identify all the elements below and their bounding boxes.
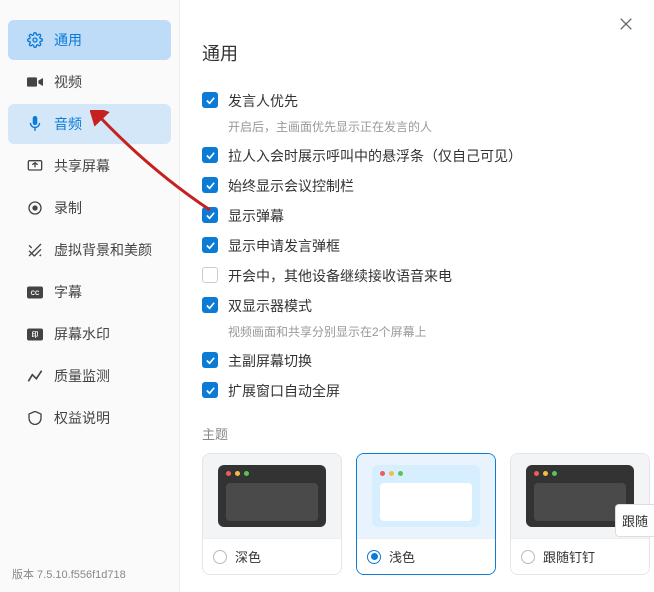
sidebar-item-label: 质量监测	[54, 366, 110, 386]
theme-name: 跟随钉钉	[543, 547, 595, 566]
checkbox[interactable]	[202, 267, 218, 283]
setting-label: 扩展窗口自动全屏	[228, 381, 340, 401]
theme-preview	[357, 454, 495, 538]
setting-row[interactable]: 开会中，其他设备继续接收语音来电	[202, 261, 632, 291]
theme-options: 深色 浅色 跟随钉钉	[202, 453, 632, 575]
setting-label: 双显示器模式	[228, 296, 312, 316]
sidebar-item-rights[interactable]: 权益说明	[8, 398, 171, 438]
sidebar-item-virtual-bg[interactable]: 虚拟背景和美颜	[8, 230, 171, 270]
sidebar-item-label: 音频	[54, 114, 82, 134]
sidebar: 通用 视频 音频 共享屏幕	[0, 0, 180, 592]
video-icon	[26, 73, 44, 91]
checkbox[interactable]	[202, 92, 218, 108]
sidebar-item-record[interactable]: 录制	[8, 188, 171, 228]
radio[interactable]	[367, 550, 381, 564]
setting-row[interactable]: 显示弹幕	[202, 201, 632, 231]
theme-section-label: 主题	[202, 424, 632, 443]
close-button[interactable]	[616, 14, 636, 34]
theme-footer: 深色	[203, 538, 341, 574]
gear-icon	[26, 31, 44, 49]
checkbox[interactable]	[202, 177, 218, 193]
setting-row[interactable]: 拉人入会时展示呼叫中的悬浮条（仅自己可见）	[202, 141, 632, 171]
setting-description: 开启后，主画面优先显示正在发言的人	[202, 118, 632, 135]
svg-text:CC: CC	[31, 291, 40, 297]
record-icon	[26, 199, 44, 217]
version-label: 版本 7.5.10.f556f1d718	[0, 556, 179, 592]
share-icon	[26, 157, 44, 175]
checkbox[interactable]	[202, 147, 218, 163]
sidebar-item-general[interactable]: 通用	[8, 20, 171, 60]
sidebar-item-label: 字幕	[54, 282, 82, 302]
setting-row[interactable]: 始终显示会议控制栏	[202, 171, 632, 201]
theme-name: 浅色	[389, 547, 415, 566]
checkbox[interactable]	[202, 237, 218, 253]
mic-icon	[26, 115, 44, 133]
setting-label: 始终显示会议控制栏	[228, 176, 354, 196]
sidebar-item-label: 权益说明	[54, 408, 110, 428]
sidebar-item-label: 屏幕水印	[54, 324, 110, 344]
setting-row[interactable]: 双显示器模式	[202, 291, 632, 321]
checkbox[interactable]	[202, 352, 218, 368]
sidebar-item-caption[interactable]: CC 字幕	[8, 272, 171, 312]
sidebar-item-quality[interactable]: 质量监测	[8, 356, 171, 396]
theme-option-light[interactable]: 浅色	[356, 453, 496, 575]
setting-row[interactable]: 扩展窗口自动全屏	[202, 376, 632, 406]
settings-list: 发言人优先开启后，主画面优先显示正在发言的人拉人入会时展示呼叫中的悬浮条（仅自己…	[202, 86, 632, 406]
theme-name: 深色	[235, 547, 261, 566]
svg-text:印: 印	[32, 330, 39, 339]
setting-label: 显示弹幕	[228, 206, 284, 226]
quality-icon	[26, 367, 44, 385]
setting-label: 主副屏幕切换	[228, 351, 312, 371]
theme-preview	[203, 454, 341, 538]
follow-button[interactable]: 跟随	[615, 504, 654, 537]
sidebar-items: 通用 视频 音频 共享屏幕	[0, 0, 179, 556]
setting-label: 显示申请发言弹框	[228, 236, 340, 256]
radio[interactable]	[213, 550, 227, 564]
checkbox[interactable]	[202, 382, 218, 398]
setting-row[interactable]: 显示申请发言弹框	[202, 231, 632, 261]
setting-row[interactable]: 主副屏幕切换	[202, 346, 632, 376]
page-title: 通用	[202, 40, 632, 66]
sidebar-item-label: 虚拟背景和美颜	[54, 240, 152, 260]
checkbox[interactable]	[202, 297, 218, 313]
close-icon	[618, 16, 634, 32]
theme-footer: 跟随钉钉	[511, 538, 649, 574]
setting-row[interactable]: 发言人优先	[202, 86, 632, 116]
sidebar-item-label: 录制	[54, 198, 82, 218]
theme-option-dark[interactable]: 深色	[202, 453, 342, 575]
theme-footer: 浅色	[357, 538, 495, 574]
sidebar-item-video[interactable]: 视频	[8, 62, 171, 102]
virtual-bg-icon	[26, 241, 44, 259]
sidebar-item-label: 视频	[54, 72, 82, 92]
watermark-icon: 印	[26, 325, 44, 343]
checkbox[interactable]	[202, 207, 218, 223]
rights-icon	[26, 409, 44, 427]
cc-icon: CC	[26, 283, 44, 301]
sidebar-item-label: 通用	[54, 30, 82, 50]
sidebar-item-share[interactable]: 共享屏幕	[8, 146, 171, 186]
sidebar-item-label: 共享屏幕	[54, 156, 110, 176]
setting-description: 视频画面和共享分别显示在2个屏幕上	[202, 323, 632, 340]
setting-label: 开会中，其他设备继续接收语音来电	[228, 266, 452, 286]
radio[interactable]	[521, 550, 535, 564]
setting-label: 发言人优先	[228, 91, 298, 111]
main-panel: 通用 发言人优先开启后，主画面优先显示正在发言的人拉人入会时展示呼叫中的悬浮条（…	[180, 0, 654, 592]
sidebar-item-watermark[interactable]: 印 屏幕水印	[8, 314, 171, 354]
sidebar-item-audio[interactable]: 音频	[8, 104, 171, 144]
setting-label: 拉人入会时展示呼叫中的悬浮条（仅自己可见）	[228, 146, 522, 166]
